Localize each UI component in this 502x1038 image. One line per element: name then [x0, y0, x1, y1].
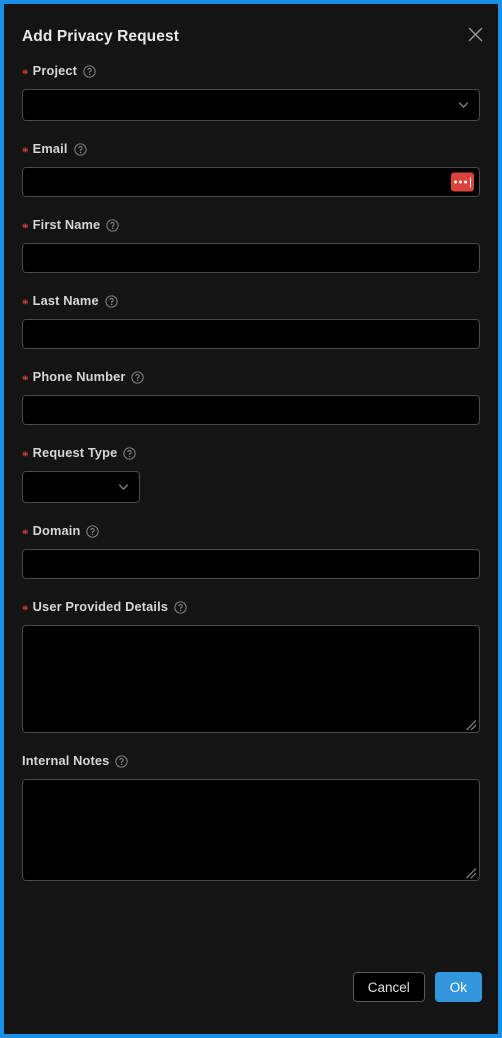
dialog-header: Add Privacy Request [8, 8, 494, 64]
internal-notes-textarea[interactable] [22, 779, 480, 881]
dialog-footer: Cancel Ok [8, 960, 494, 1030]
field-internal-notes: Internal Notes [22, 754, 480, 881]
label-project: * Project [22, 64, 480, 81]
label-request-type: * Request Type [22, 445, 480, 463]
field-user-provided-details: * User Provided Details [22, 600, 480, 733]
page-title: Add Privacy Request [22, 28, 179, 45]
internal-notes-wrap [22, 779, 480, 881]
last-name-input[interactable] [22, 319, 480, 349]
question-circle-icon[interactable] [83, 64, 96, 78]
ok-button[interactable]: Ok [434, 972, 482, 1002]
label-text: Domain [32, 523, 81, 538]
label-text: Project [32, 64, 78, 78]
request-type-select[interactable] [22, 471, 140, 503]
add-privacy-request-dialog: Add Privacy Request * Project * Email * … [0, 0, 502, 1038]
phone-number-input[interactable] [22, 395, 480, 425]
required-marker: * [22, 525, 29, 541]
label-domain: * Domain [22, 523, 480, 541]
dialog-body: * Project * Email * First Name * Last Na… [8, 64, 494, 960]
question-circle-icon[interactable] [123, 446, 137, 460]
field-phone-number: * Phone Number [22, 370, 480, 425]
email-input-wrap [22, 167, 480, 197]
question-circle-icon[interactable] [86, 524, 100, 538]
masked-dot [458, 180, 462, 184]
label-internal-notes: Internal Notes [22, 754, 480, 768]
field-project: * Project [22, 64, 480, 121]
masked-caret [469, 177, 472, 187]
project-select[interactable] [22, 89, 480, 121]
dialog-inner: Add Privacy Request * Project * Email * … [8, 8, 494, 1030]
masked-dot [453, 180, 457, 184]
label-text: Last Name [32, 293, 99, 308]
label-phone-number: * Phone Number [22, 369, 480, 387]
field-first-name: * First Name [22, 218, 480, 273]
email-input[interactable] [22, 167, 480, 197]
label-text: Request Type [32, 445, 118, 460]
question-circle-icon[interactable] [115, 754, 129, 768]
close-icon [468, 27, 483, 42]
domain-input[interactable] [22, 549, 480, 579]
required-marker: * [22, 65, 29, 81]
field-request-type: * Request Type [22, 446, 480, 503]
label-last-name: * Last Name [22, 293, 480, 311]
required-marker: * [22, 295, 29, 311]
question-circle-icon[interactable] [131, 370, 145, 384]
field-domain: * Domain [22, 524, 480, 579]
label-email: * Email [22, 141, 480, 159]
user-provided-details-wrap [22, 625, 480, 733]
question-circle-icon[interactable] [73, 142, 87, 156]
masked-dot [463, 180, 467, 184]
question-circle-icon[interactable] [105, 294, 118, 308]
cancel-button[interactable]: Cancel [352, 972, 425, 1002]
field-last-name: * Last Name [22, 294, 480, 349]
required-marker: * [22, 143, 29, 159]
masked-value-icon[interactable] [451, 172, 474, 192]
required-marker: * [22, 447, 29, 463]
label-text: User Provided Details [32, 599, 169, 614]
required-marker: * [22, 219, 29, 235]
required-marker: * [22, 371, 29, 387]
field-email: * Email [22, 142, 480, 197]
question-circle-icon[interactable] [106, 218, 119, 232]
chevron-down-icon [117, 481, 130, 494]
question-circle-icon[interactable] [174, 600, 187, 614]
label-first-name: * First Name [22, 217, 480, 235]
label-text: Internal Notes [22, 753, 110, 768]
user-provided-details-textarea[interactable] [22, 625, 480, 733]
label-text: Email [32, 141, 68, 156]
close-button[interactable] [462, 21, 488, 47]
chevron-down-icon [457, 99, 470, 112]
first-name-input[interactable] [22, 243, 480, 273]
required-marker: * [22, 601, 29, 617]
label-text: First Name [32, 217, 101, 232]
label-user-provided-details: * User Provided Details [22, 599, 480, 617]
label-text: Phone Number [32, 369, 126, 384]
